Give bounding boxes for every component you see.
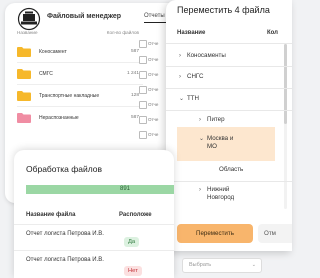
- panel-title: Обработка файлов: [26, 164, 102, 174]
- dialog-title: Переместить 4 файла: [177, 5, 270, 15]
- divider: [17, 106, 143, 107]
- divider: [166, 181, 292, 182]
- tree-label: СНГС: [187, 73, 204, 80]
- row-checkbox[interactable]: [139, 71, 147, 79]
- tree-item-oblast[interactable]: Область: [219, 166, 243, 173]
- tree-label: ТТН: [187, 95, 200, 102]
- column-count-header: Кол-во файлов: [106, 30, 139, 35]
- progress-count: 891: [120, 186, 131, 192]
- divider: [166, 88, 292, 89]
- move-button[interactable]: Переместить: [177, 224, 253, 243]
- tree-item-sngs[interactable]: › СНГС: [179, 73, 203, 80]
- folder-row[interactable]: СМГС 1 241: [17, 65, 143, 83]
- folder-row[interactable]: Нераспознанные 587: [17, 109, 143, 127]
- chevron-down-icon: ⌄: [179, 96, 185, 102]
- row-checkbox[interactable]: [139, 131, 147, 139]
- folder-icon: [17, 47, 31, 57]
- tree-label: Коносаменты: [187, 52, 226, 59]
- row-checkbox[interactable]: [139, 101, 147, 109]
- folder-count: 1 241: [126, 71, 139, 76]
- tab-reports[interactable]: Отчеты: [144, 13, 165, 19]
- file-processing-panel: Обработка файлов 891 Название файла Расп…: [14, 150, 174, 278]
- cancel-button[interactable]: Отм: [258, 224, 292, 243]
- folder-count: 587: [130, 49, 139, 54]
- row-checkbox[interactable]: [139, 116, 147, 124]
- folder-icon: [17, 69, 31, 79]
- folder-pink-icon: [17, 113, 31, 123]
- folder-name: СМГС: [39, 71, 53, 77]
- chevron-down-icon: ⌄: [251, 262, 256, 268]
- divider: [166, 66, 292, 67]
- column-filename-header: Название файла: [26, 212, 76, 218]
- folder-name: Нераспознанные: [39, 115, 79, 121]
- tree-item-ttn[interactable]: ⌄ ТТН: [179, 95, 199, 102]
- chevron-right-icon: ›: [179, 74, 181, 80]
- file-name: Отчет логиста Петрова И.В.: [26, 257, 104, 263]
- location-select[interactable]: Выбрать ⌄: [182, 258, 262, 273]
- chevron-right-icon: ›: [199, 117, 201, 123]
- status-cell: Нет: [124, 259, 142, 277]
- tree-label: Область: [219, 166, 244, 173]
- row-checkbox[interactable]: [139, 56, 147, 64]
- select-placeholder: Выбрать: [189, 262, 212, 268]
- divider: [17, 84, 143, 85]
- divider: [166, 43, 292, 44]
- tree-item-moskva[interactable]: ⌄ Москва и МО: [199, 135, 259, 151]
- folder-row[interactable]: Транспортные накладные 128: [17, 87, 143, 105]
- folder-name: Транспортные накладные: [39, 93, 100, 99]
- column-name-header: Название: [17, 30, 38, 35]
- column-location-header: Расположе: [119, 212, 152, 218]
- row-checkbox[interactable]: [139, 86, 147, 94]
- folder-name: Коносамент: [39, 49, 67, 55]
- folder-count: 587: [130, 115, 139, 120]
- chevron-right-icon: ›: [179, 53, 181, 59]
- tree-item-nizhny[interactable]: › Нижний Новгород: [199, 186, 259, 202]
- chevron-right-icon: ›: [199, 187, 201, 193]
- status-badge: Да: [124, 237, 140, 247]
- divider: [17, 62, 143, 63]
- app-title: Файловый менеджер: [47, 13, 122, 20]
- tree-item-piter[interactable]: › Питер: [199, 116, 225, 123]
- tree-label: Нижний Новгород: [207, 186, 235, 201]
- move-files-dialog: Переместить 4 файла Название Кол › Коноса…: [166, 0, 292, 251]
- divider: [14, 224, 174, 225]
- file-name: Отчет логиста Петрова И.В.: [26, 231, 104, 237]
- column-name-header: Название: [177, 30, 206, 36]
- status-badge: Нет: [124, 266, 142, 276]
- tree-item-konosamenty[interactable]: › Коносаменты: [179, 52, 226, 59]
- folder-row[interactable]: Коносамент 587: [17, 43, 143, 61]
- divider: [166, 110, 292, 111]
- logo-icon: [17, 7, 41, 31]
- folder-icon: [17, 91, 31, 101]
- tree-label: Москва и МО: [207, 135, 234, 150]
- row-checkbox[interactable]: [139, 40, 147, 48]
- scrollbar-thumb[interactable]: [284, 44, 287, 124]
- chevron-down-icon: ⌄: [199, 136, 205, 142]
- divider: [14, 250, 174, 251]
- column-count-header: Кол: [267, 30, 278, 36]
- folder-count: 128: [130, 93, 139, 98]
- status-cell: Да: [124, 230, 140, 248]
- tree-label: Питер: [207, 116, 225, 123]
- progress-bar: [26, 185, 174, 194]
